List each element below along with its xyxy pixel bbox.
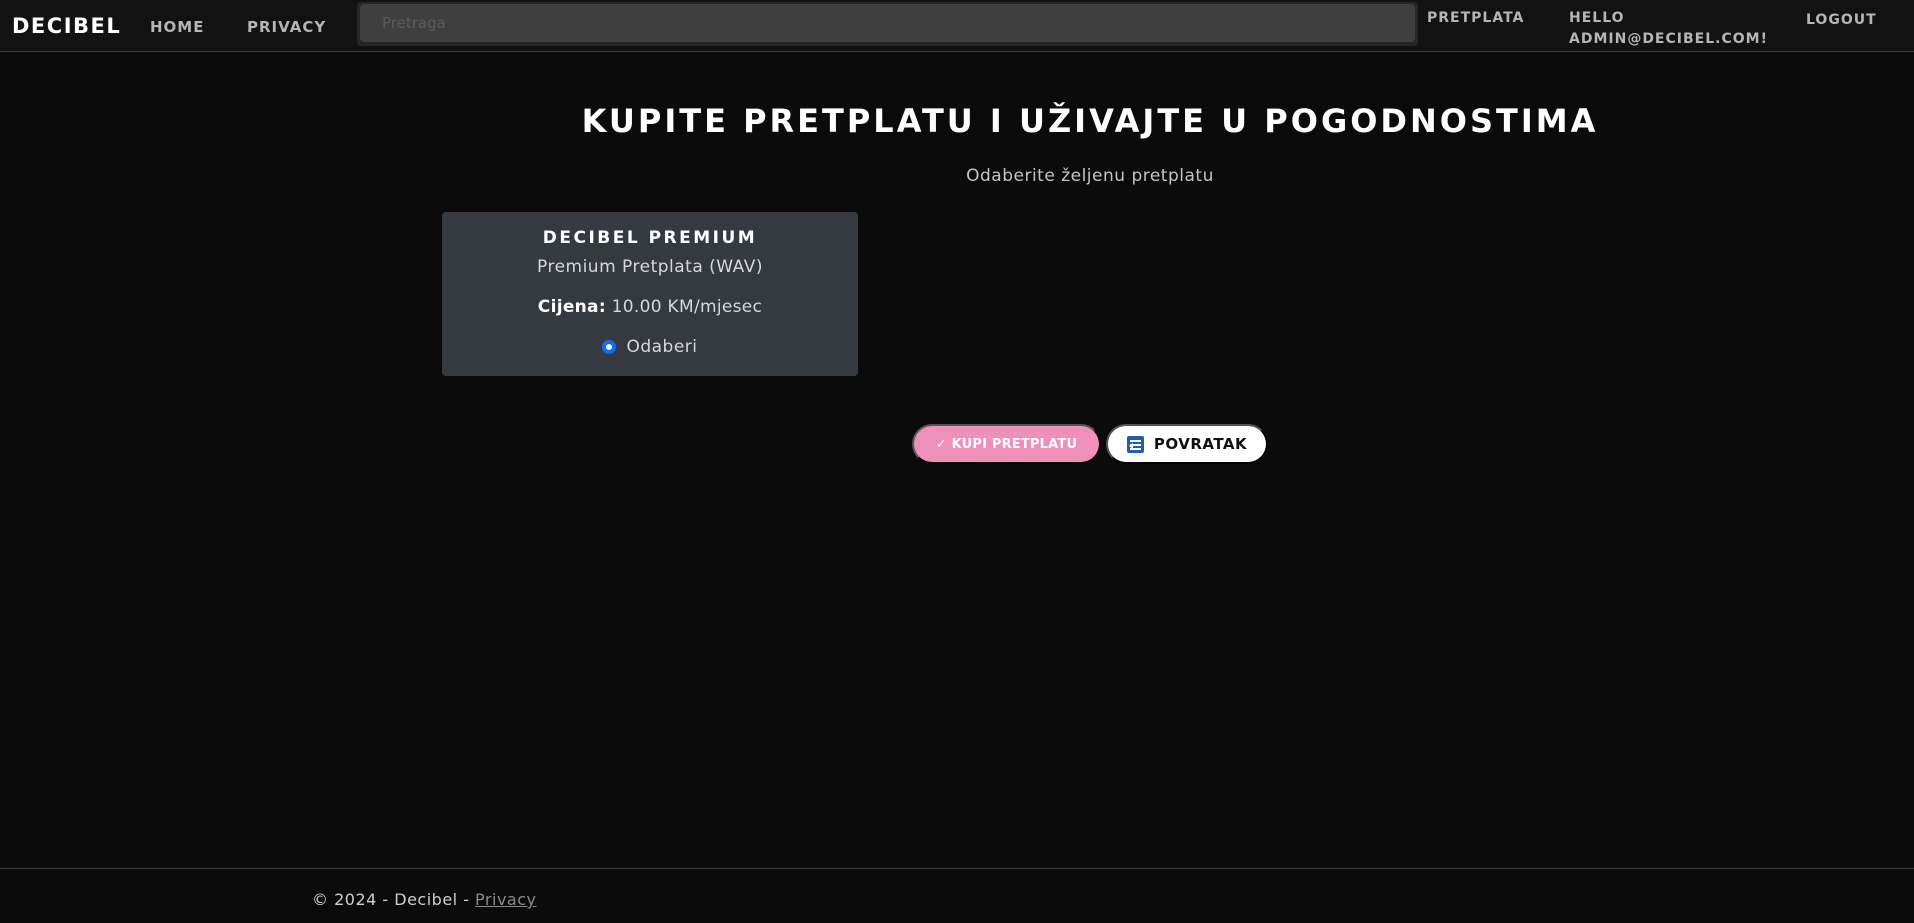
footer-privacy-link[interactable]: Privacy [475, 890, 536, 909]
price-label: Cijena: [537, 297, 606, 317]
brand-logo[interactable]: DECIBEL [12, 14, 121, 38]
footer: © 2024 - Decibel - Privacy [0, 868, 1914, 923]
subscription-card[interactable]: DECIBEL PREMIUM Premium Pretplata (WAV) … [442, 212, 858, 376]
plan-select-label: Odaberi [626, 337, 698, 357]
footer-copyright: © 2024 - Decibel - Privacy [312, 890, 536, 909]
search-container [357, 2, 1418, 46]
price-value: 10.00 KM/mjesec [611, 297, 763, 317]
plan-select-radio[interactable] [602, 340, 617, 354]
plan-select-option[interactable]: Odaberi [442, 337, 858, 357]
back-list-icon [1126, 435, 1144, 453]
logout-button[interactable]: LOGOUT [1806, 10, 1877, 31]
navbar: DECIBEL HOME PRIVACY PRETPLATA HELLO ADM… [0, 0, 1914, 52]
page-subtitle: Odaberite željenu pretplatu [966, 166, 1214, 186]
user-greeting-link[interactable]: HELLO ADMIN@DECIBEL.COM! [1569, 8, 1769, 50]
buy-subscription-label: ✓ KUPI PRETPLATU [935, 436, 1078, 452]
nav-pretplata-link[interactable]: PRETPLATA [1427, 8, 1524, 29]
plan-name: DECIBEL PREMIUM [542, 228, 758, 248]
back-button[interactable]: POVRATAK [1106, 424, 1268, 464]
search-input[interactable] [360, 4, 1415, 42]
radio-selected-dot [606, 344, 613, 350]
nav-home-link[interactable]: HOME [150, 18, 204, 36]
plan-description: Premium Pretplata (WAV) [537, 257, 763, 277]
page-title: KUPITE PRETPLATU I UŽIVAJTE U POGODNOSTI… [581, 102, 1599, 140]
copyright-text: © 2024 - Decibel - [312, 890, 476, 909]
nav-privacy-link[interactable]: PRIVACY [247, 18, 326, 36]
back-button-label: POVRATAK [1153, 435, 1248, 453]
plan-price: Cijena: 10.00 KM/mjesec [442, 297, 858, 317]
buy-subscription-button[interactable]: ✓ KUPI PRETPLATU [912, 424, 1101, 464]
